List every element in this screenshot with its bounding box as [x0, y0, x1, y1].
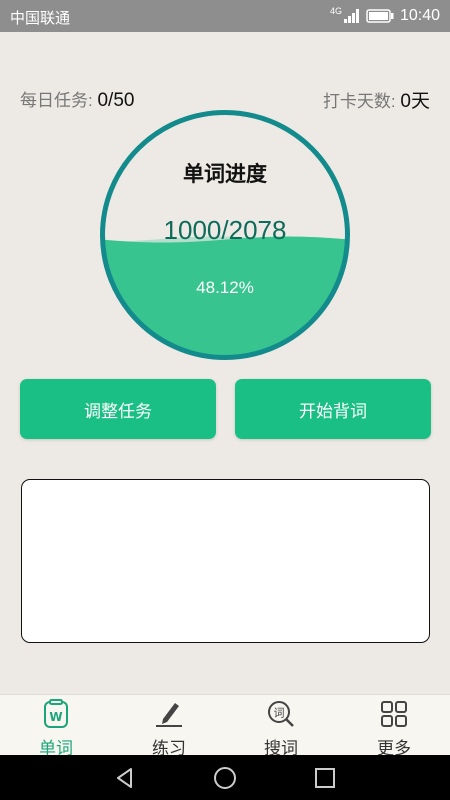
tab-word[interactable]: W 单词 [16, 695, 96, 758]
clock: 10:40 [399, 7, 440, 24]
tab-practice[interactable]: 练习 [129, 695, 209, 758]
grid-icon [381, 701, 407, 727]
system-nav-bar [0, 755, 450, 800]
content-box [21, 479, 430, 643]
daily-task-label: 每日任务: [20, 91, 93, 110]
status-bar: 中国联通 4G 10:40 [0, 0, 450, 32]
checkin-days-unit: 天 [410, 91, 430, 112]
svg-text:W: W [49, 710, 62, 724]
network-type: 4G [329, 6, 342, 16]
back-icon[interactable] [113, 766, 137, 790]
progress-title: 单词进度 [183, 163, 267, 186]
bottom-tab-bar: W 单词 练习 词 搜词 更多 [0, 694, 450, 758]
checkin-days-value: 0 [400, 91, 411, 112]
progress-percent: 48.12% [196, 278, 254, 297]
carrier-name: 中国联通 [10, 10, 71, 27]
adjust-task-button[interactable]: 调整任务 [20, 379, 216, 439]
tab-search[interactable]: 词 搜词 [241, 695, 321, 758]
checkin-days-label: 打卡天数: [322, 92, 396, 111]
stats-row: 每日任务: 0/50 打卡天数: 0天 [20, 86, 430, 113]
tab-more[interactable]: 更多 [354, 695, 434, 758]
daily-task-stat: 每日任务: 0/50 [20, 86, 134, 112]
pencil-icon [156, 703, 182, 727]
word-book-icon: W [44, 699, 68, 728]
checkin-days-stat: 打卡天数: 0天 [323, 86, 430, 113]
recents-icon[interactable] [313, 766, 337, 790]
search-word-icon: 词 [268, 701, 294, 727]
home-icon[interactable] [213, 766, 237, 790]
progress-count: 1000/2078 [163, 215, 287, 245]
signal-icon [343, 9, 359, 23]
start-memorize-button[interactable]: 开始背词 [235, 379, 431, 439]
svg-text:词: 词 [274, 707, 285, 720]
battery-icon [366, 9, 394, 23]
status-icons: 4G 10:40 [330, 0, 440, 32]
daily-task-value: 0/50 [97, 90, 135, 111]
progress-wave-front [104, 236, 346, 356]
